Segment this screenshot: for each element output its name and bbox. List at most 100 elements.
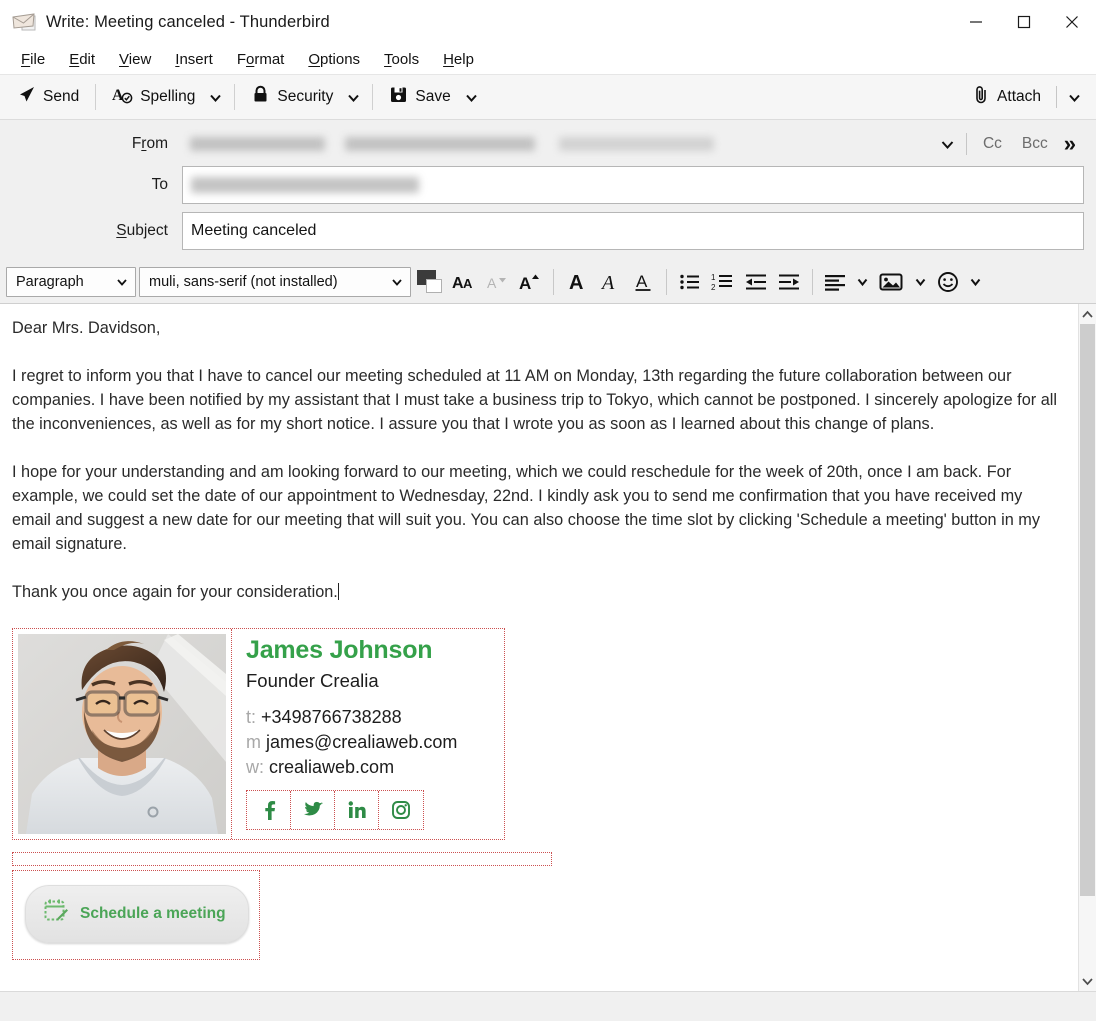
scroll-down-button[interactable] [1079, 971, 1096, 991]
svg-text:A: A [519, 274, 531, 292]
menu-view[interactable]: View [108, 48, 162, 71]
instagram-icon[interactable] [379, 791, 423, 829]
insert-image-dropdown[interactable] [910, 270, 931, 293]
menu-edit[interactable]: Edit [58, 48, 106, 71]
font-family-value: muli, sans-serif (not installed) [149, 274, 338, 290]
menu-options[interactable]: Options [297, 48, 371, 71]
twitter-icon[interactable] [291, 791, 335, 829]
minimize-button[interactable] [952, 0, 1000, 44]
facebook-icon[interactable] [247, 791, 291, 829]
title-bar: Write: Meeting canceled - Thunderbird [0, 0, 1096, 44]
toolbar-separator [1056, 86, 1057, 108]
signature-role: Founder Crealia [246, 669, 457, 693]
from-row: From Cc Bcc » [0, 126, 1096, 162]
signature-email-value[interactable]: james@crealiaweb.com [266, 732, 457, 752]
menu-bar: File Edit View Insert Format Options Too… [0, 44, 1096, 74]
signature-email-key: m [246, 732, 261, 752]
window-title: Write: Meeting canceled - Thunderbird [46, 13, 330, 32]
svg-text:A: A [487, 275, 497, 291]
save-dropdown[interactable] [460, 85, 483, 110]
subject-row: Subject Meeting canceled [0, 212, 1096, 250]
maximize-button[interactable] [1000, 0, 1048, 44]
format-toolbar: Paragraph muli, sans-serif (not installe… [0, 260, 1096, 304]
send-button[interactable]: Send [8, 80, 88, 114]
decrease-font-size-button[interactable]: A A [449, 267, 479, 297]
insert-image-button[interactable] [876, 267, 907, 297]
toolbar-separator [234, 84, 235, 110]
lock-icon [251, 85, 270, 109]
email-signature: James Johnson Founder Crealia t: +349876… [12, 628, 505, 840]
scrollbar-track[interactable] [1079, 324, 1096, 971]
cc-button[interactable]: Cc [973, 131, 1012, 157]
font-color-button[interactable] [414, 267, 446, 297]
decrease-font-size-icon: A A [452, 272, 476, 292]
svg-text:1: 1 [711, 273, 716, 282]
italic-button[interactable]: A [595, 267, 625, 297]
from-account-chevron[interactable] [935, 131, 960, 158]
spelling-button[interactable]: A Spelling [103, 80, 204, 114]
security-dropdown[interactable] [342, 85, 365, 110]
signature-phone: t: +3498766738288 [246, 705, 457, 730]
numbered-list-icon: 1 2 [711, 272, 735, 292]
redacted-sender-email [345, 137, 535, 151]
format-separator [666, 269, 667, 295]
font-size-menu-button[interactable]: A [482, 267, 512, 297]
window-controls [952, 0, 1096, 44]
subject-input[interactable]: Meeting canceled [182, 212, 1084, 250]
menu-help[interactable]: Help [432, 48, 485, 71]
scroll-up-button[interactable] [1079, 304, 1096, 324]
indent-icon [777, 272, 801, 292]
bcc-button[interactable]: Bcc [1012, 131, 1058, 157]
attach-button[interactable]: Attach [964, 80, 1050, 114]
numbered-list-button[interactable]: 1 2 [708, 267, 738, 297]
message-body[interactable]: Dear Mrs. Davidson, I regret to inform y… [0, 304, 1078, 991]
editor-scrollbar[interactable] [1078, 304, 1096, 991]
indent-button[interactable] [774, 267, 804, 297]
from-value[interactable] [182, 129, 927, 159]
to-input[interactable] [182, 166, 1084, 204]
italic-icon: A [600, 271, 620, 293]
spelling-icon: A [112, 85, 133, 109]
increase-font-size-button[interactable]: A [515, 267, 545, 297]
font-family-select[interactable]: muli, sans-serif (not installed) [139, 267, 411, 297]
svg-text:A: A [463, 276, 473, 291]
close-button[interactable] [1048, 0, 1096, 44]
increase-font-size-icon: A [518, 272, 542, 292]
avatar [18, 634, 226, 834]
bold-icon: A [567, 271, 587, 293]
spelling-label: Spelling [140, 88, 195, 106]
align-dropdown[interactable] [852, 270, 873, 293]
menu-file[interactable]: File [10, 48, 56, 71]
spelling-dropdown[interactable] [204, 85, 227, 110]
menu-insert[interactable]: Insert [164, 48, 224, 71]
expand-headers-button[interactable]: » [1058, 131, 1084, 157]
main-toolbar: Send A Spelling Security [0, 74, 1096, 120]
align-button[interactable] [821, 267, 849, 297]
outdent-button[interactable] [741, 267, 771, 297]
bullet-list-button[interactable] [675, 267, 705, 297]
svg-text:A: A [600, 272, 615, 293]
scrollbar-thumb[interactable] [1080, 324, 1095, 896]
svg-text:A: A [569, 272, 583, 293]
signature-social-links [246, 790, 424, 830]
chevron-down-icon [914, 275, 927, 288]
menu-format[interactable]: Format [226, 48, 296, 71]
signature-website-value[interactable]: crealiaweb.com [269, 757, 394, 777]
underline-button[interactable]: A [628, 267, 658, 297]
bold-button[interactable]: A [562, 267, 592, 297]
linkedin-icon[interactable] [335, 791, 379, 829]
save-button[interactable]: Save [380, 80, 459, 114]
chevron-down-icon [115, 275, 129, 289]
body-closing-text: Thank you once again for your considerat… [12, 583, 338, 601]
paragraph-style-select[interactable]: Paragraph [6, 267, 136, 297]
attach-dropdown[interactable] [1063, 85, 1086, 110]
paragraph-style-value: Paragraph [16, 274, 84, 290]
schedule-meeting-button[interactable]: Schedule a meeting [25, 885, 249, 943]
insert-emoji-dropdown[interactable] [965, 270, 986, 293]
menu-tools[interactable]: Tools [373, 48, 430, 71]
security-label: Security [277, 88, 333, 106]
security-button[interactable]: Security [242, 80, 342, 114]
to-label: To [12, 176, 182, 194]
insert-emoji-button[interactable] [934, 267, 962, 297]
from-controls: Cc Bcc » [935, 131, 1084, 158]
